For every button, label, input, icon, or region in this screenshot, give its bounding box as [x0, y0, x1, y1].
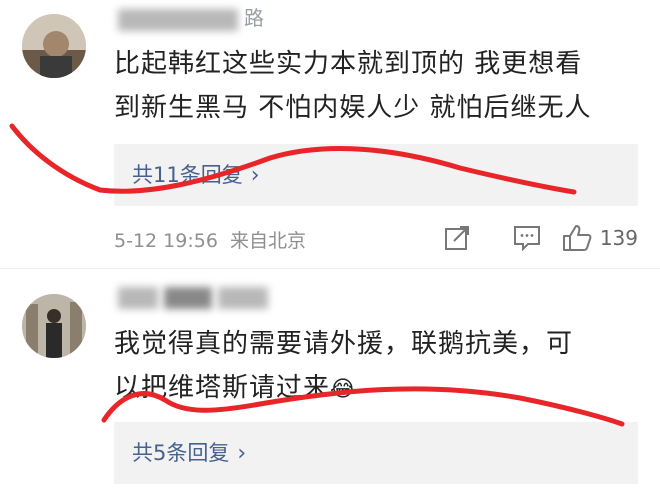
replies-link[interactable]: 共5条回复 › [114, 422, 638, 484]
comment-actions: 139 [422, 218, 638, 258]
chevron-right-icon: › [250, 163, 260, 188]
like-count: 139 [599, 226, 638, 250]
chevron-right-icon: › [237, 441, 247, 466]
share-button[interactable] [422, 218, 492, 258]
comment-text: 比起韩红这些实力本就到顶的 我更想看 到新生黑马 不怕内娱人少 就怕后继无人 [114, 49, 592, 123]
like-icon [562, 225, 592, 251]
comment-text: 我觉得真的需要请外援，联鹅抗美，可 以把维塔斯请过来😂 [114, 329, 574, 403]
like-button[interactable]: 139 [562, 218, 638, 258]
comment-divider [0, 268, 660, 269]
username[interactable]: 路 [118, 2, 264, 31]
timestamp: 5-12 19:56 [114, 230, 218, 252]
avatar[interactable] [22, 14, 86, 78]
share-icon [444, 226, 469, 250]
avatar[interactable] [22, 294, 86, 358]
reply-button[interactable] [492, 218, 562, 258]
replies-link[interactable]: 共11条回复 › [114, 144, 638, 206]
comment-icon [513, 226, 540, 251]
laughing-emoji-icon: 😂 [330, 377, 357, 402]
comment-meta: 5-12 19:56 来自北京 [114, 226, 306, 253]
username[interactable] [118, 284, 274, 309]
location: 来自北京 [229, 230, 306, 252]
